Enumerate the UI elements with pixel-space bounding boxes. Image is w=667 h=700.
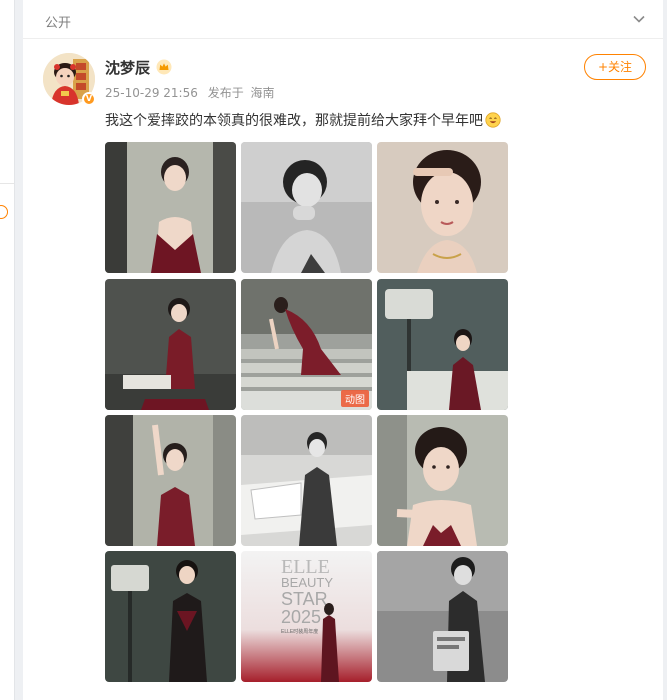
author-name[interactable]: 沈梦辰 [105,57,150,78]
photo-11[interactable]: ELLE BEAUTY STAR 2025 ELLE时装周年度 [241,551,372,682]
visibility-label: 公开 [45,16,72,31]
smile-emoji-icon [485,112,501,128]
post-meta: 25-10-29 21:56 发布于 海南 [105,84,275,101]
post-location: 海南 [250,86,275,100]
post-time[interactable]: 25-10-29 21:56 [105,86,198,100]
chevron-down-icon[interactable] [631,11,647,27]
sidebar-divider [0,183,14,184]
photo-1[interactable] [105,142,236,273]
photo-10[interactable] [105,551,236,682]
poster-year: 2025 [281,607,321,627]
photo-2[interactable] [241,142,372,273]
avatar[interactable]: V [43,53,96,106]
photo-9[interactable] [377,415,508,546]
crown-icon[interactable] [156,59,172,75]
photo-4[interactable] [105,279,236,410]
post-text: 我这个爱摔跤的本领真的很难改，那就提前给大家拜个早年吧 [105,110,501,130]
poster-line2: STAR [281,589,328,609]
photo-6[interactable] [377,279,508,410]
photo-12[interactable] [377,551,508,682]
left-sidebar-edge [0,0,15,700]
poster-sub: ELLE时装周年度 [281,628,318,635]
photo-7[interactable] [105,415,236,546]
photo-5[interactable]: 动图 [241,279,372,410]
weibo-post-card: 公开 V 沈梦辰 25-10-29 21:56 发布于 海南 +关注 我这个爱摔… [23,0,663,700]
verified-badge-icon: V [82,92,96,106]
post-topbar: 公开 [23,0,663,39]
photo-8[interactable] [241,415,372,546]
post-text-body: 我这个爱摔跤的本领真的很难改，那就提前给大家拜个早年吧 [105,113,483,129]
poster-line1: BEAUTY [281,575,333,590]
gif-badge: 动图 [341,390,369,407]
sidebar-circle-icon[interactable] [0,205,8,219]
source-prefix: 发布于 [207,86,244,100]
photo-3[interactable] [377,142,508,273]
follow-button[interactable]: +关注 [584,54,646,80]
